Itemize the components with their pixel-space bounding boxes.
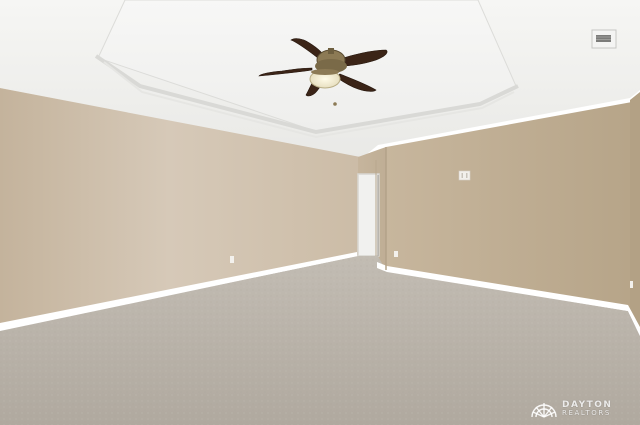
light-switch: [458, 170, 471, 181]
realtor-watermark: DAYTON REALTORS: [530, 398, 636, 420]
room-photo: DAYTON REALTORS: [0, 0, 640, 425]
outlet-left: [230, 256, 234, 263]
room-illustration: [0, 0, 640, 425]
sunburst-logo-icon: [531, 403, 557, 418]
air-vent: [591, 29, 617, 49]
outlet-right: [394, 251, 398, 257]
watermark-sub: REALTORS: [562, 409, 611, 417]
outlet-far-right: [630, 281, 633, 288]
